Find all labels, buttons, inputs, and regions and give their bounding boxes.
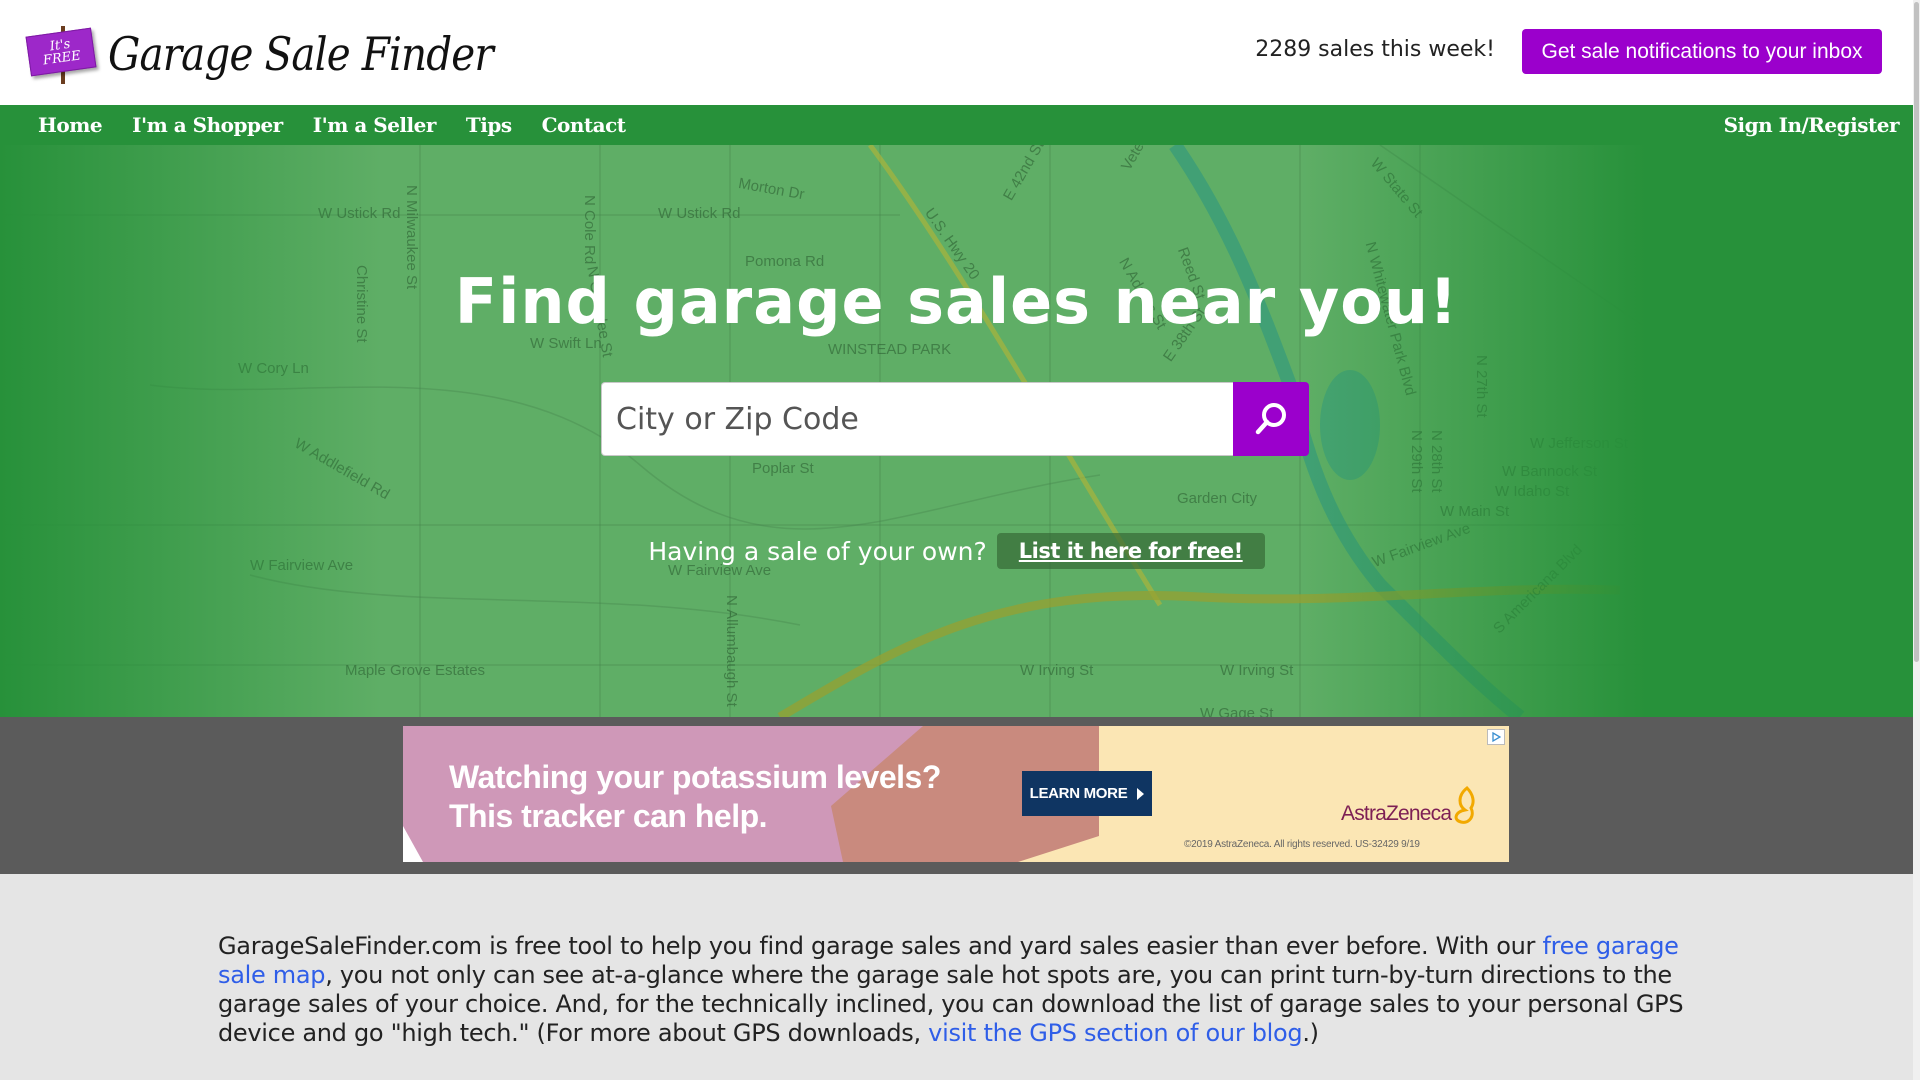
search-icon (1255, 403, 1286, 435)
ad-cta-label: LEARN MORE (1029, 785, 1128, 802)
site-logo[interactable]: It's FREE Garage Sale Finder (25, 22, 545, 86)
ad-brand: AstraZeneca (1341, 802, 1452, 825)
hero-section: W Ustick RdW Ustick RdN Milwaukee StN Co… (0, 145, 1913, 717)
free-sign-icon: It's FREE (25, 22, 98, 86)
notifications-button[interactable]: Get sale notifications to your inbox (1522, 29, 1882, 74)
list-sale-button[interactable]: List it here for free! (996, 533, 1265, 569)
ad-legal-text: ©2019 AstraZeneca. All rights reserved. … (1184, 839, 1420, 850)
search-button[interactable] (1233, 382, 1309, 456)
ad-headline-line2: This tracker can help. (449, 798, 768, 834)
sign-in-register-link[interactable]: Sign In/Register (1724, 113, 1900, 137)
scrollbar-thumb[interactable] (1914, 2, 1919, 662)
intro-text-1: GarageSaleFinder.com is free tool to hel… (218, 932, 1543, 960)
nav-contact[interactable]: Contact (542, 113, 626, 137)
nav-shopper[interactable]: I'm a Shopper (132, 113, 283, 137)
nav-home[interactable]: Home (38, 113, 103, 137)
intro-paragraph: GarageSaleFinder.com is free tool to hel… (218, 932, 1718, 1048)
site-header: It's FREE Garage Sale Finder 2289 sales … (0, 0, 1913, 105)
ad-headline: Watching your potassium levels? This tra… (449, 758, 941, 836)
logo-text: Garage Sale Finder (108, 27, 494, 81)
ad-banner[interactable]: Watching your potassium levels? This tra… (403, 726, 1509, 862)
search-form (601, 382, 1309, 456)
hero-title: Find garage sales near you! (454, 265, 1459, 338)
ad-headline-line1: Watching your potassium levels? (449, 759, 941, 795)
sale-question: Having a sale of your own? (648, 536, 987, 566)
adchoices-icon[interactable] (1487, 729, 1505, 745)
city-zip-input[interactable] (601, 382, 1233, 456)
ad-learn-more-button[interactable]: LEARN MORE (1022, 771, 1152, 816)
astrazeneca-logo-icon (1454, 786, 1475, 824)
gps-blog-link[interactable]: visit the GPS section of our blog (928, 1019, 1302, 1047)
logo-sign-line2: FREE (42, 48, 82, 69)
play-arrow-icon (1137, 787, 1145, 800)
list-sale-row: Having a sale of your own? List it here … (0, 533, 1913, 569)
ad-band: Watching your potassium levels? This tra… (0, 717, 1913, 874)
sales-count: 2289 sales this week! (1255, 37, 1495, 62)
main-nav: Home I'm a Shopper I'm a Seller Tips Con… (0, 105, 1913, 145)
page-scrollbar[interactable] (1913, 0, 1920, 1080)
nav-tips[interactable]: Tips (466, 113, 512, 137)
intro-text-3: .) (1302, 1019, 1319, 1047)
nav-seller[interactable]: I'm a Seller (313, 113, 437, 137)
